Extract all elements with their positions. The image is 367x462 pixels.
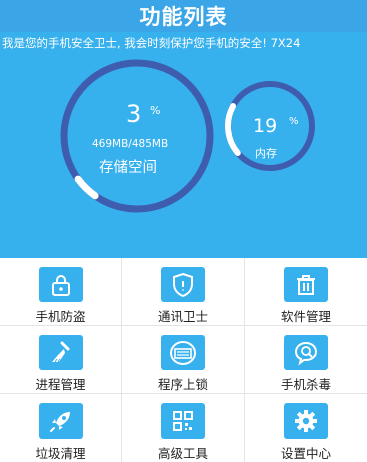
function-label: 手机防盗 bbox=[35, 309, 86, 324]
memory-percent: 19 bbox=[253, 115, 278, 137]
storage-label: 存储空间 bbox=[99, 160, 157, 176]
shield-icon bbox=[161, 267, 205, 302]
function-settings-center[interactable]: 设置中心 bbox=[245, 394, 367, 462]
storage-percent: 3 bbox=[126, 100, 142, 128]
function-label: 高级工具 bbox=[157, 446, 208, 461]
function-label: 垃圾清理 bbox=[35, 446, 86, 461]
memory-ring-fill bbox=[225, 103, 241, 156]
function-label: 通讯卫士 bbox=[157, 309, 208, 324]
storage-percent-sign: % bbox=[150, 104, 161, 117]
title-bar: 功能列表 bbox=[0, 0, 367, 32]
function-process-manager[interactable]: 进程管理 bbox=[0, 326, 121, 393]
storage-ring-fill bbox=[74, 175, 99, 200]
function-label: 软件管理 bbox=[280, 309, 331, 324]
broom-icon bbox=[38, 335, 83, 370]
memory-label: 内存 bbox=[255, 147, 277, 160]
function-label: 进程管理 bbox=[35, 377, 86, 392]
function-grid: 手机防盗 通讯卫士 软件管理 进程管理 程序上锁 手机杀毒 垃圾清理 高级工具 … bbox=[0, 258, 367, 462]
function-junk-cleanup[interactable]: 垃圾清理 bbox=[0, 394, 121, 462]
qr-tools-icon bbox=[161, 403, 205, 439]
function-advanced-tools[interactable]: 高级工具 bbox=[122, 394, 244, 462]
gear-icon bbox=[284, 403, 328, 439]
page-title: 功能列表 bbox=[139, 5, 228, 29]
function-comm-guard[interactable]: 通讯卫士 bbox=[122, 258, 244, 325]
trash-icon bbox=[284, 267, 328, 302]
lock-icon bbox=[38, 267, 83, 302]
virus-scan-icon bbox=[284, 335, 328, 370]
storage-detail: 469MB/485MB bbox=[92, 138, 169, 150]
function-label: 设置中心 bbox=[280, 446, 331, 461]
function-app-lock[interactable]: 程序上锁 bbox=[122, 326, 244, 393]
function-software-manager[interactable]: 软件管理 bbox=[245, 258, 367, 325]
memory-percent-sign: % bbox=[289, 116, 299, 127]
gauges bbox=[60, 59, 315, 213]
function-label: 手机杀毒 bbox=[280, 377, 331, 392]
function-anti-theft[interactable]: 手机防盗 bbox=[0, 258, 121, 325]
app-lock-icon bbox=[161, 335, 205, 370]
rocket-icon bbox=[38, 403, 83, 439]
function-antivirus[interactable]: 手机杀毒 bbox=[245, 326, 367, 393]
function-label: 程序上锁 bbox=[157, 377, 208, 392]
